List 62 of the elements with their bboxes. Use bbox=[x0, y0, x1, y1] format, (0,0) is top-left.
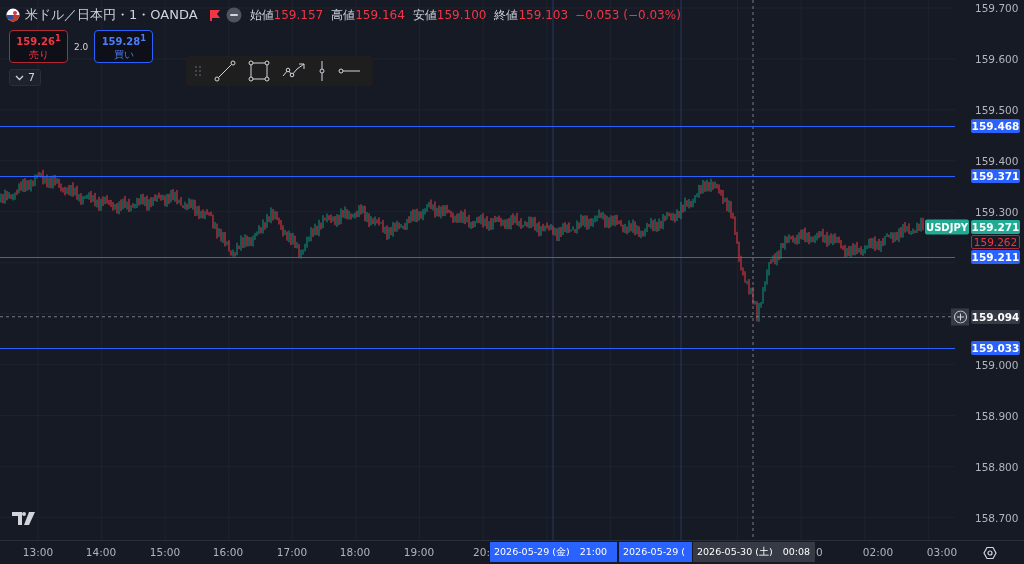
ohlc-value: 159.157 bbox=[273, 8, 324, 22]
time-tick: 14:00 bbox=[85, 546, 117, 558]
price-tick: 159.400 bbox=[975, 154, 1019, 167]
price-tick: 159.700 bbox=[975, 2, 1019, 14]
buy-button[interactable]: 159.28$^{1}$ 買い bbox=[94, 30, 154, 64]
price-change: −0.053 (−0.03%) bbox=[575, 8, 681, 22]
time-tick: 02:00 bbox=[862, 546, 894, 558]
price-line[interactable] bbox=[0, 175, 955, 177]
settings-icon[interactable] bbox=[982, 545, 997, 560]
ohlc-label: 高値 bbox=[331, 6, 356, 24]
bid-price-label: 159.262 bbox=[971, 235, 1020, 250]
time-tick: 19:00 bbox=[403, 546, 435, 558]
time-label: 2026-05-30 (土) 00:08 bbox=[693, 542, 815, 562]
symbol-tag: USDJPY bbox=[925, 219, 969, 235]
time-tick: 17:00 bbox=[276, 546, 308, 558]
ohlc-label: 始値 bbox=[249, 6, 274, 24]
vertical-line-icon[interactable] bbox=[318, 60, 326, 82]
time-tick: 20: bbox=[473, 546, 490, 558]
add-button[interactable] bbox=[951, 308, 969, 326]
price-line-label: 159.468 bbox=[971, 119, 1020, 134]
spread-value: 2.0 bbox=[74, 41, 89, 52]
sell-button[interactable]: 159.26$^{1}$ 売り bbox=[9, 30, 68, 64]
tradingview-logo-icon[interactable] bbox=[12, 512, 38, 526]
price-line-label: 159.033 bbox=[971, 340, 1020, 355]
ohlc-label: 安値 bbox=[412, 6, 437, 24]
indicators-toggle[interactable]: 7 bbox=[9, 69, 41, 87]
horizontal-ray-icon[interactable] bbox=[338, 67, 360, 75]
price-line-label: 159.371 bbox=[971, 168, 1020, 183]
rectangle-icon[interactable] bbox=[248, 60, 270, 82]
price-line-label: 159.211 bbox=[971, 250, 1020, 265]
time-label: 2026-05-29 ( bbox=[619, 542, 692, 562]
time-tick: 15:00 bbox=[149, 546, 181, 558]
flag-marker-icon[interactable] bbox=[208, 9, 221, 21]
time-tick: 18:00 bbox=[339, 546, 371, 558]
price-tick: 159.500 bbox=[975, 103, 1019, 116]
price-line[interactable] bbox=[0, 126, 955, 128]
time-tick: 0 bbox=[816, 546, 823, 558]
drag-handle-icon[interactable] bbox=[194, 65, 202, 77]
last-price-label: 159.271 bbox=[971, 219, 1020, 234]
ohlc-label: 終値 bbox=[494, 6, 519, 24]
time-tick: 03:00 bbox=[926, 546, 958, 558]
symbol-title[interactable]: 米ドル／日本円・1・OANDA bbox=[25, 6, 198, 24]
chevron-down-icon bbox=[15, 74, 24, 81]
time-label: 2026-05-29 (金) 21:00 bbox=[490, 542, 617, 562]
price-tick: 159.600 bbox=[975, 52, 1019, 65]
price-tick: 159.300 bbox=[975, 205, 1019, 218]
ohlc-value: 159.103 bbox=[518, 8, 569, 22]
minus-circle-icon[interactable] bbox=[225, 7, 242, 23]
price-tick: 158.700 bbox=[975, 511, 1019, 524]
path-arrow-icon[interactable] bbox=[282, 63, 306, 79]
price-line[interactable] bbox=[0, 347, 955, 349]
price-tick: 158.900 bbox=[975, 409, 1019, 422]
time-tick: 16:00 bbox=[212, 546, 244, 558]
time-tick: 13:00 bbox=[22, 546, 54, 558]
price-line[interactable] bbox=[0, 257, 955, 259]
flag-icon bbox=[6, 8, 20, 22]
ohlc-value: 159.100 bbox=[436, 8, 487, 22]
crosshair-price-label: 159.094 bbox=[971, 309, 1020, 324]
price-tick: 158.800 bbox=[975, 460, 1019, 473]
ohlc-value: 159.164 bbox=[355, 8, 405, 22]
price-tick: 159.000 bbox=[975, 358, 1019, 371]
trend-line-icon[interactable] bbox=[214, 60, 236, 82]
